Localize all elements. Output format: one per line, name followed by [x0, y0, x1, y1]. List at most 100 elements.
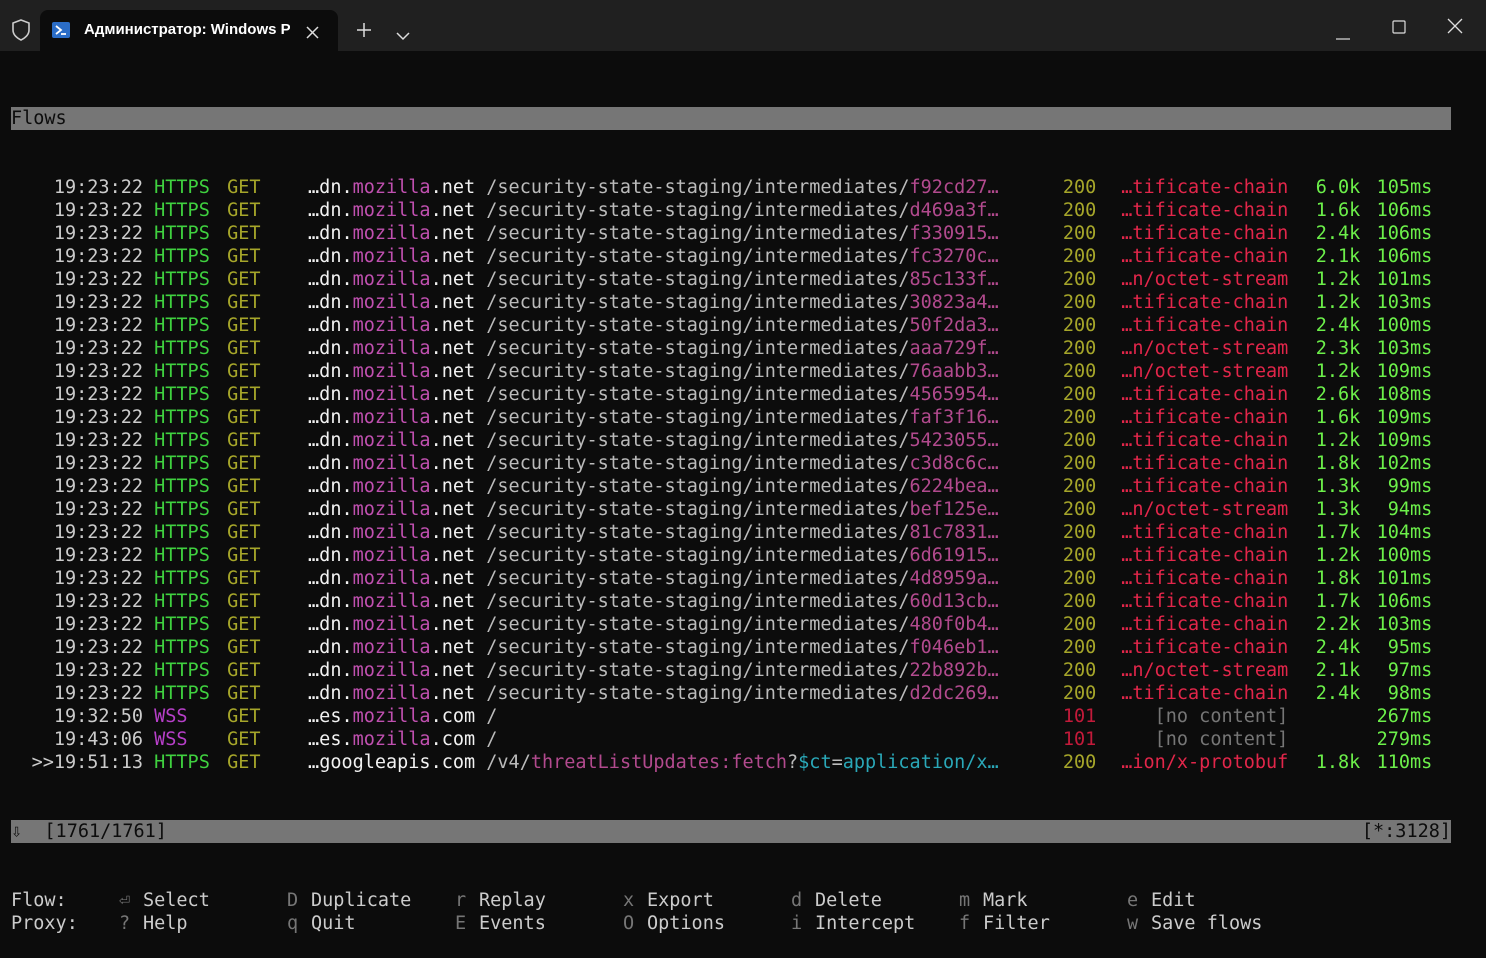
flow-content-type: …n/octet-stream	[1121, 660, 1289, 681]
flow-time: 19:23:22	[31, 545, 143, 566]
flow-row[interactable]: 19:23:22 HTTPS GET …dn.mozilla.net /securi…	[11, 245, 1451, 268]
host-domain: mozilla	[352, 177, 431, 198]
flow-time: 19:23:22	[31, 522, 143, 543]
flow-time: 19:23:22	[31, 338, 143, 359]
path-resource: 85c133f…	[909, 269, 999, 290]
maximize-icon[interactable]	[1392, 19, 1406, 38]
path-resource: 6d61915…	[909, 545, 999, 566]
key-hint-item[interactable]: ⏎ Select	[119, 889, 287, 912]
key-hint-item[interactable]: x Export	[623, 889, 791, 912]
flow-row[interactable]: 19:23:22 HTTPS GET …dn.mozilla.net /securi…	[11, 176, 1451, 199]
path-resource: fc3270c…	[909, 246, 999, 267]
flow-row[interactable]: 19:23:22 HTTPS GET …dn.mozilla.net /securi…	[11, 222, 1451, 245]
host-tld: .net	[430, 223, 476, 244]
key-hint-item[interactable]: i Intercept	[791, 912, 959, 935]
path-resource: 5423055…	[909, 430, 999, 451]
host-tld: .net	[430, 476, 476, 497]
key-hint-item[interactable]: E Events	[455, 912, 623, 935]
key-hint-key: D	[287, 890, 299, 911]
flow-row[interactable]: >>19:51:13 HTTPS GET …googleapis.com /v4/t…	[11, 751, 1451, 774]
flow-row[interactable]: 19:32:50 WSS GET …es.mozilla.com / 101 [no c…	[11, 705, 1451, 728]
flow-row[interactable]: 19:23:22 HTTPS GET …dn.mozilla.net /securi…	[11, 383, 1451, 406]
flow-row[interactable]: 19:23:22 HTTPS GET …dn.mozilla.net /securi…	[11, 544, 1451, 567]
flow-row[interactable]: 19:23:22 HTTPS GET …dn.mozilla.net /securi…	[11, 636, 1451, 659]
key-hint-item[interactable]: m Mark	[959, 889, 1127, 912]
flow-scheme: HTTPS	[154, 683, 210, 704]
flow-row[interactable]: 19:23:22 HTTPS GET …dn.mozilla.net /securi…	[11, 498, 1451, 521]
minimize-icon[interactable]	[1336, 25, 1350, 44]
flow-duration: 106ms	[1376, 223, 1433, 244]
flow-path: /security-state-staging/intermediates/fa…	[486, 406, 1048, 429]
flow-scheme: HTTPS	[154, 315, 210, 336]
flow-size: 1.8k	[1315, 752, 1361, 773]
flow-duration: 97ms	[1387, 660, 1433, 681]
flow-size: 2.1k	[1315, 660, 1361, 681]
key-hint-name: Export	[647, 890, 714, 911]
key-hint-key: ⏎	[119, 890, 131, 911]
key-hint-item[interactable]: q Quit	[287, 912, 455, 935]
key-hint-item[interactable]: r Replay	[455, 889, 623, 912]
flow-row[interactable]: 19:23:22 HTTPS GET …dn.mozilla.net /securi…	[11, 337, 1451, 360]
key-hint-key: r	[455, 890, 467, 911]
host-prefix: …dn.	[308, 384, 353, 405]
chevron-down-icon[interactable]	[396, 26, 410, 45]
flow-scheme: HTTPS	[154, 246, 210, 267]
key-hint-item[interactable]: f Filter	[959, 912, 1127, 935]
flow-row[interactable]: 19:23:22 HTTPS GET …dn.mozilla.net /securi…	[11, 590, 1451, 613]
flow-row[interactable]: 19:23:22 HTTPS GET …dn.mozilla.net /securi…	[11, 291, 1451, 314]
flow-row[interactable]: 19:23:22 HTTPS GET …dn.mozilla.net /securi…	[11, 199, 1451, 222]
flow-row[interactable]: 19:23:22 HTTPS GET …dn.mozilla.net /securi…	[11, 567, 1451, 590]
flow-row[interactable]: 19:23:22 HTTPS GET …dn.mozilla.net /securi…	[11, 314, 1451, 337]
close-window-icon[interactable]	[1447, 18, 1463, 38]
flow-row[interactable]: 19:23:22 HTTPS GET …dn.mozilla.net /securi…	[11, 521, 1451, 544]
key-hint-item[interactable]: ? Help	[119, 912, 287, 935]
flow-row[interactable]: 19:23:22 HTTPS GET …dn.mozilla.net /securi…	[11, 659, 1451, 682]
key-hint-item[interactable]: d Delete	[791, 889, 959, 912]
close-tab-icon[interactable]	[306, 24, 319, 43]
host-prefix: …dn.	[308, 177, 353, 198]
flow-status-code: 200	[1062, 614, 1097, 635]
flow-host: …googleapis.com	[283, 751, 475, 774]
new-tab-icon[interactable]	[356, 22, 372, 42]
flow-content-type: …tificate-chain	[1121, 384, 1289, 405]
host-tld: .net	[430, 246, 476, 267]
flow-row[interactable]: 19:23:22 HTTPS GET …dn.mozilla.net /securi…	[11, 429, 1451, 452]
flow-status-code: 200	[1062, 660, 1097, 681]
flow-row[interactable]: 19:23:22 HTTPS GET …dn.mozilla.net /securi…	[11, 613, 1451, 636]
key-hint-item[interactable]: w Save flows	[1127, 912, 1295, 935]
key-hint-item[interactable]: D Duplicate	[287, 889, 455, 912]
flow-list: 19:23:22 HTTPS GET …dn.mozilla.net /securi…	[11, 176, 1451, 774]
flow-row[interactable]: 19:23:22 HTTPS GET …dn.mozilla.net /securi…	[11, 452, 1451, 475]
path-resource: 60d13cb…	[909, 591, 999, 612]
flow-host: …dn.mozilla.net	[283, 521, 475, 544]
host-tld: .net	[430, 384, 476, 405]
tab-powershell[interactable]: Администратор: Windows PowerShell	[40, 10, 338, 51]
flow-size: 1.7k	[1315, 522, 1361, 543]
host-tld: .net	[430, 522, 476, 543]
flow-row[interactable]: 19:23:22 HTTPS GET …dn.mozilla.net /securi…	[11, 268, 1451, 291]
host-domain: mozilla	[352, 706, 431, 727]
flow-path: /security-state-staging/intermediates/48…	[486, 613, 1048, 636]
path-resource: 4565954…	[909, 384, 999, 405]
flow-row[interactable]: 19:23:22 HTTPS GET …dn.mozilla.net /securi…	[11, 682, 1451, 705]
flow-size: 2.4k	[1315, 315, 1361, 336]
path-prefix: /security-state-staging/intermediates/	[486, 476, 910, 497]
flow-host: …dn.mozilla.net	[283, 199, 475, 222]
status-bar: ⇩ [1761/1761] [*:3128]	[11, 820, 1451, 843]
flow-content-type: …tificate-chain	[1121, 315, 1289, 336]
flow-row[interactable]: 19:43:06 WSS GET …es.mozilla.com / 101 [no c…	[11, 728, 1451, 751]
key-hint-item[interactable]: e Edit	[1127, 889, 1295, 912]
flow-time: >>19:51:13	[31, 752, 143, 773]
path-prefix: /security-state-staging/intermediates/	[486, 269, 910, 290]
key-hint-name: Duplicate	[311, 890, 412, 911]
flow-scheme: HTTPS	[154, 430, 210, 451]
flow-row[interactable]: 19:23:22 HTTPS GET …dn.mozilla.net /securi…	[11, 406, 1451, 429]
path-prefix: /security-state-staging/intermediates/	[486, 499, 910, 520]
path-prefix: /	[486, 706, 498, 727]
flow-row[interactable]: 19:23:22 HTTPS GET …dn.mozilla.net /securi…	[11, 360, 1451, 383]
flow-host: …dn.mozilla.net	[283, 406, 475, 429]
flow-row[interactable]: 19:23:22 HTTPS GET …dn.mozilla.net /securi…	[11, 475, 1451, 498]
key-hint-item[interactable]: O Options	[623, 912, 791, 935]
path-resource: f92cd27…	[909, 177, 999, 198]
flow-duration: 267ms	[1376, 706, 1433, 727]
